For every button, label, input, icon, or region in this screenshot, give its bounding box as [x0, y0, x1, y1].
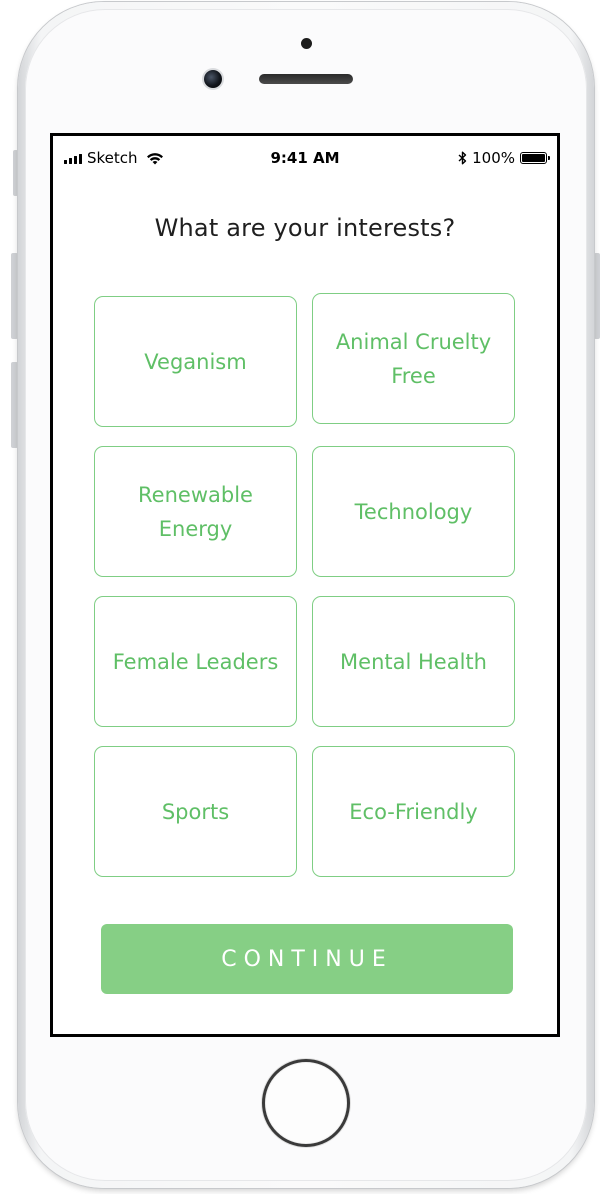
power-button [594, 253, 600, 339]
interest-tile-female-leaders[interactable]: Female Leaders [94, 596, 297, 727]
front-camera [204, 70, 222, 88]
interest-tile-sports[interactable]: Sports [94, 746, 297, 877]
interest-tile-mental-health[interactable]: Mental Health [312, 596, 515, 727]
battery-percentage: 100% [472, 149, 515, 167]
interest-label: Veganism [144, 349, 247, 374]
interest-label: Animal Cruelty Free [335, 329, 492, 388]
volume-down-button [11, 362, 18, 448]
continue-button[interactable]: CONTINUE [101, 924, 513, 994]
phone-mockup: Sketch 9:41 AM 100% What are your intere… [0, 0, 612, 1194]
interest-tile-renewable-energy[interactable]: Renewable Energy [94, 446, 297, 577]
home-button[interactable] [262, 1059, 350, 1147]
interest-tile-veganism[interactable]: Veganism [94, 296, 297, 427]
status-bar: Sketch 9:41 AM 100% [53, 136, 557, 176]
volume-up-button [11, 253, 18, 339]
interest-label: Sports [161, 799, 230, 824]
page-title: What are your interests? [154, 214, 456, 242]
app-screen: Sketch 9:41 AM 100% What are your intere… [50, 133, 560, 1037]
proximity-sensor [301, 38, 312, 49]
bluetooth-icon [458, 151, 467, 165]
earpiece-speaker [259, 74, 353, 84]
interest-label: Technology [354, 499, 473, 524]
status-right: 100% [458, 149, 550, 167]
interest-tile-animal-cruelty-free[interactable]: Animal Cruelty Free [312, 293, 515, 424]
interest-tile-technology[interactable]: Technology [312, 446, 515, 577]
interest-label: Eco-Friendly [349, 799, 478, 824]
battery-icon [520, 152, 550, 164]
interest-tile-eco-friendly[interactable]: Eco-Friendly [312, 746, 515, 877]
interest-label: Renewable Energy [138, 482, 253, 541]
interest-label: Mental Health [340, 649, 487, 674]
interest-label: Female Leaders [112, 649, 279, 674]
